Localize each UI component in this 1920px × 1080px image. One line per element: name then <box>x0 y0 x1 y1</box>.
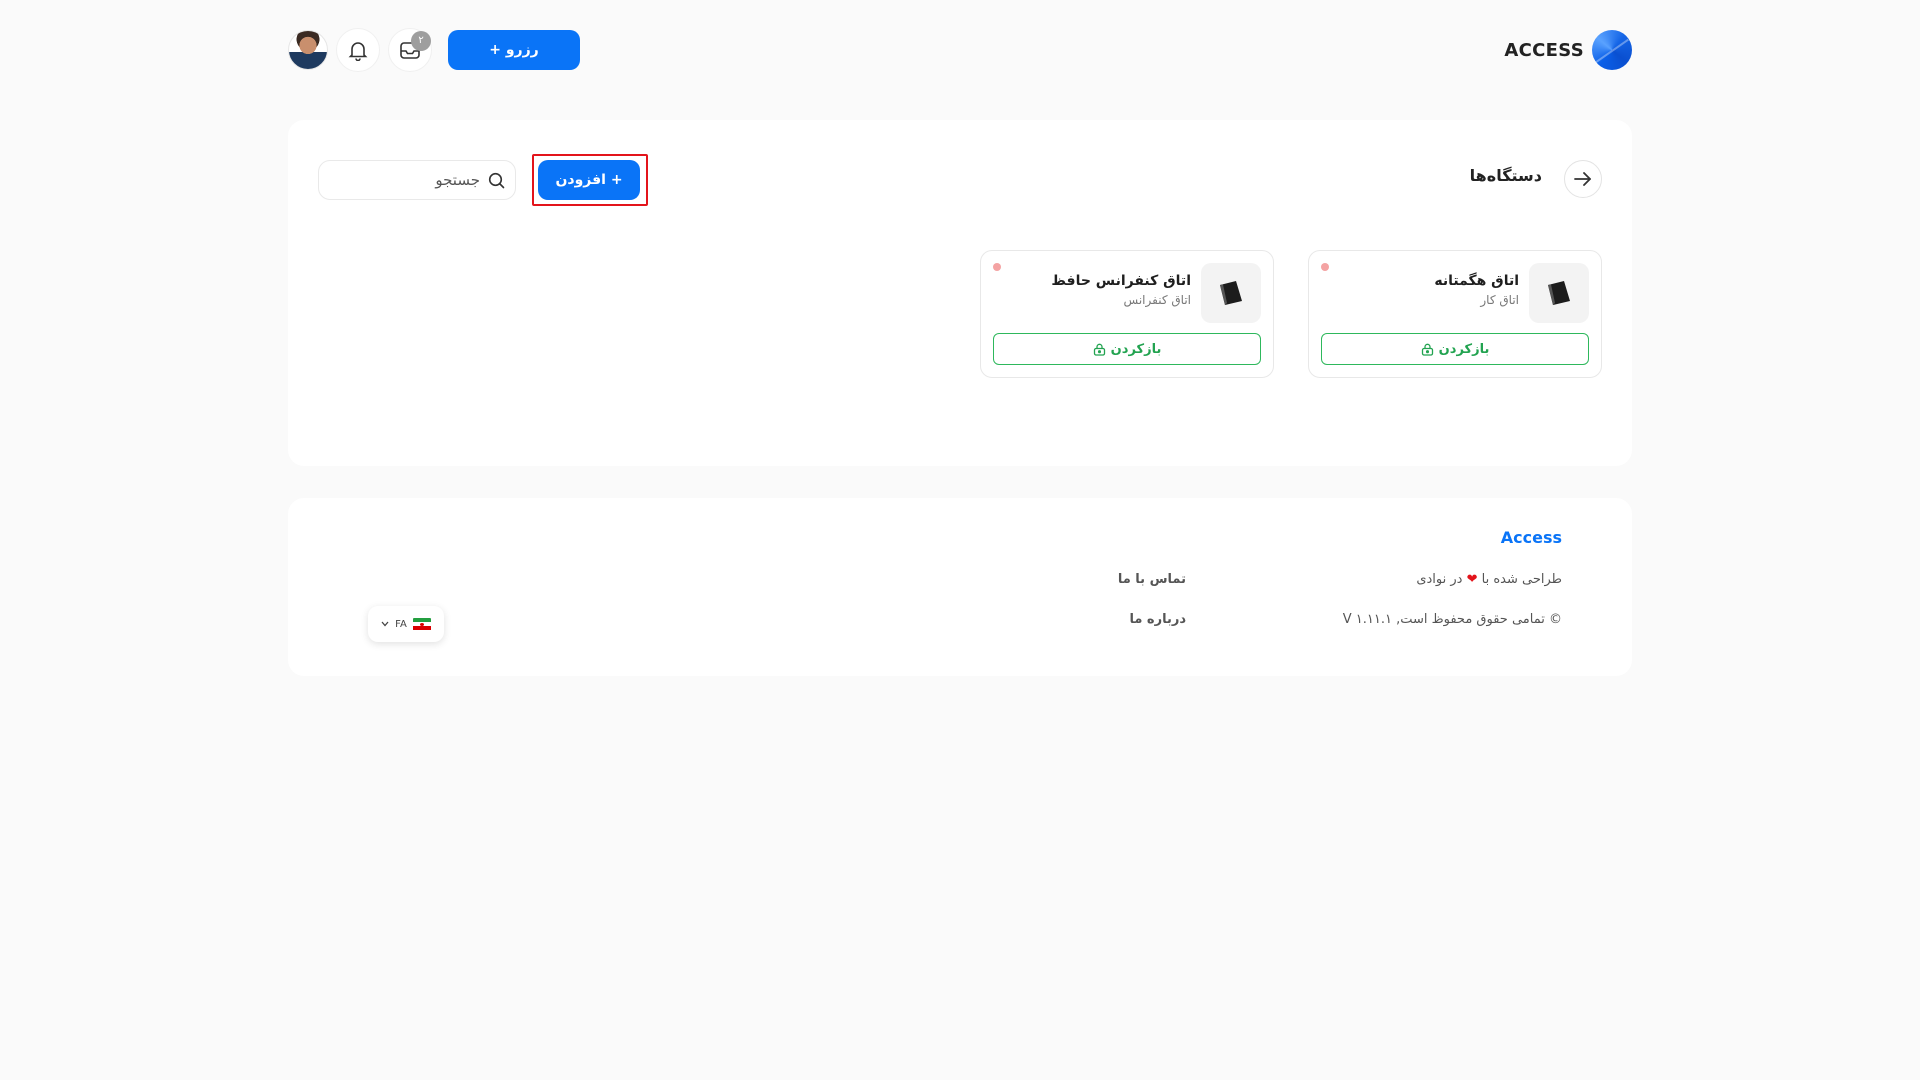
lock-icon <box>1093 343 1105 356</box>
footer-brand: Access <box>1500 528 1562 547</box>
add-device-button[interactable]: افزودن + <box>538 160 640 200</box>
lock-icon <box>1421 343 1433 356</box>
device-thumbnail <box>1201 263 1261 323</box>
open-door-button[interactable]: بازکردن <box>1321 333 1589 365</box>
footer-copyright: © تمامی حقوق محفوظ است, V ۱.۱۱.۱ <box>1342 612 1562 627</box>
notifications-button[interactable] <box>336 28 380 72</box>
device-card: اتاق هگمتانه اتاق کار بازکردن <box>1308 250 1602 378</box>
chevron-down-icon <box>381 621 389 627</box>
device-thumbnail <box>1529 263 1589 323</box>
status-indicator <box>993 263 1001 271</box>
device-type: اتاق کنفرانس <box>1123 293 1191 307</box>
door-icon <box>1220 281 1242 305</box>
page-title: دستگاه‌ها <box>1469 166 1542 185</box>
footer-made-with: طراحی شده با ❤ در نوادی <box>1416 572 1562 587</box>
door-icon <box>1548 281 1570 305</box>
open-button-label: بازکردن <box>1110 341 1162 357</box>
devices-panel: دستگاه‌ها افزودن + اتاق هگمتانه اتاق کار… <box>288 120 1632 466</box>
header-actions: ۲ + رزرو <box>288 28 580 72</box>
top-header: ۲ + رزرو ACCESS <box>288 28 1632 72</box>
inbox-badge: ۲ <box>411 31 431 51</box>
inbox-button[interactable]: ۲ <box>388 28 432 72</box>
language-selector[interactable]: FA <box>368 606 444 642</box>
device-name: اتاق هگمتانه <box>1434 273 1519 289</box>
made-suffix: در نوادی <box>1416 572 1463 587</box>
search-box[interactable] <box>318 160 516 200</box>
arrow-right-icon <box>1574 172 1591 186</box>
status-indicator <box>1321 263 1329 271</box>
bell-icon <box>348 42 368 61</box>
open-button-label: بازکردن <box>1438 341 1490 357</box>
about-link[interactable]: درباره ما <box>1129 612 1186 627</box>
user-avatar[interactable] <box>288 30 328 70</box>
search-input[interactable] <box>340 171 480 189</box>
iran-flag-icon <box>412 617 431 631</box>
back-button[interactable] <box>1564 160 1602 198</box>
logo-text: ACCESS <box>1504 39 1584 61</box>
reserve-button[interactable]: + رزرو <box>448 30 580 70</box>
search-icon <box>488 172 505 188</box>
made-prefix: طراحی شده با <box>1481 572 1562 587</box>
language-code: FA <box>395 618 407 630</box>
contact-link[interactable]: تماس با ما <box>1118 572 1186 587</box>
device-card: اتاق کنفرانس حافظ اتاق کنفرانس بازکردن <box>980 250 1274 378</box>
logo-mark-icon <box>1592 30 1632 70</box>
open-door-button[interactable]: بازکردن <box>993 333 1261 365</box>
brand-logo[interactable]: ACCESS <box>1504 30 1632 70</box>
device-name: اتاق کنفرانس حافظ <box>1051 273 1191 289</box>
footer: Access طراحی شده با ❤ در نوادی © تمامی ح… <box>288 498 1632 676</box>
heart-icon: ❤ <box>1466 572 1478 587</box>
device-type: اتاق کار <box>1480 293 1519 307</box>
